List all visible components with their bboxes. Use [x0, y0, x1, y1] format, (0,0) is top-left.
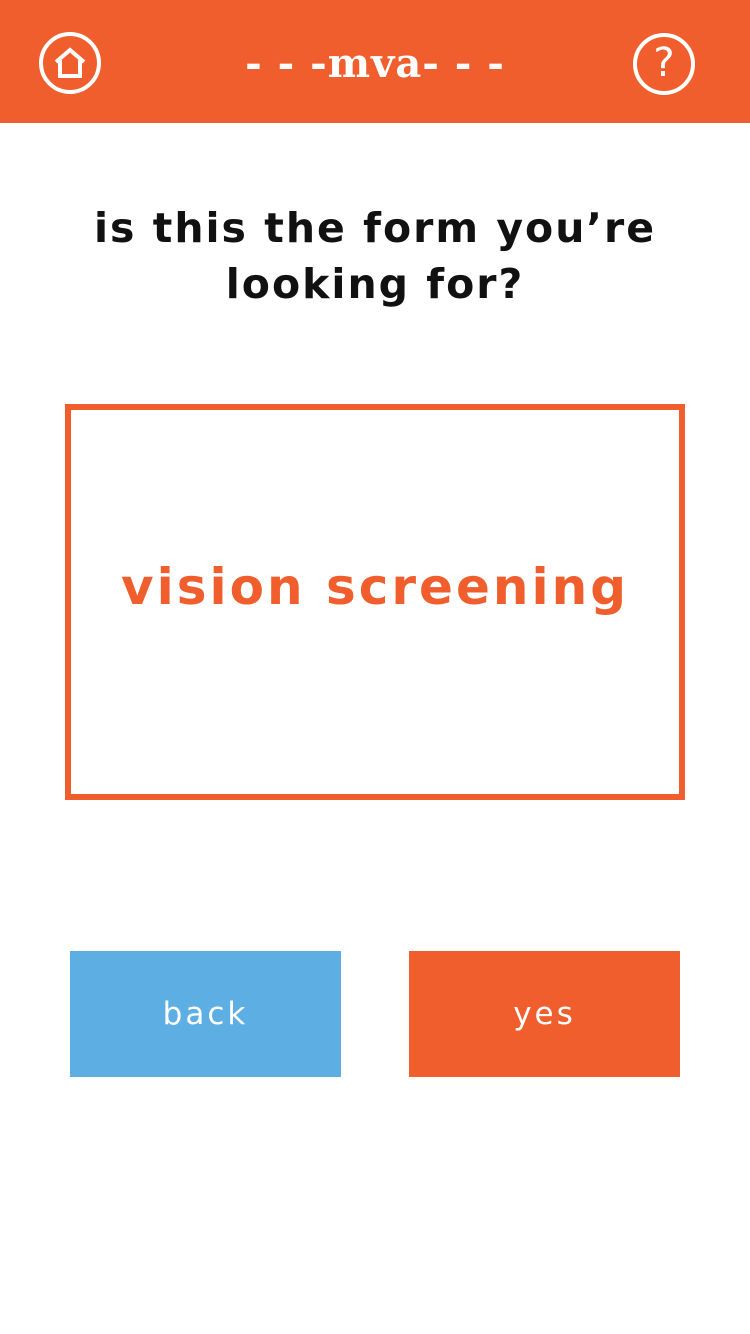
- yes-button-label: yes: [513, 996, 576, 1032]
- help-icon: ?: [653, 40, 675, 86]
- help-button[interactable]: ?: [633, 33, 695, 95]
- yes-button[interactable]: yes: [409, 951, 680, 1077]
- question-heading: is this the form you’re looking for?: [93, 204, 657, 308]
- app-header: - - -mva- - - ?: [0, 0, 750, 123]
- form-suggestion-card: vision screening: [65, 404, 685, 800]
- back-button[interactable]: back: [70, 951, 341, 1077]
- back-button-label: back: [162, 996, 249, 1032]
- form-name: vision screening: [121, 558, 629, 616]
